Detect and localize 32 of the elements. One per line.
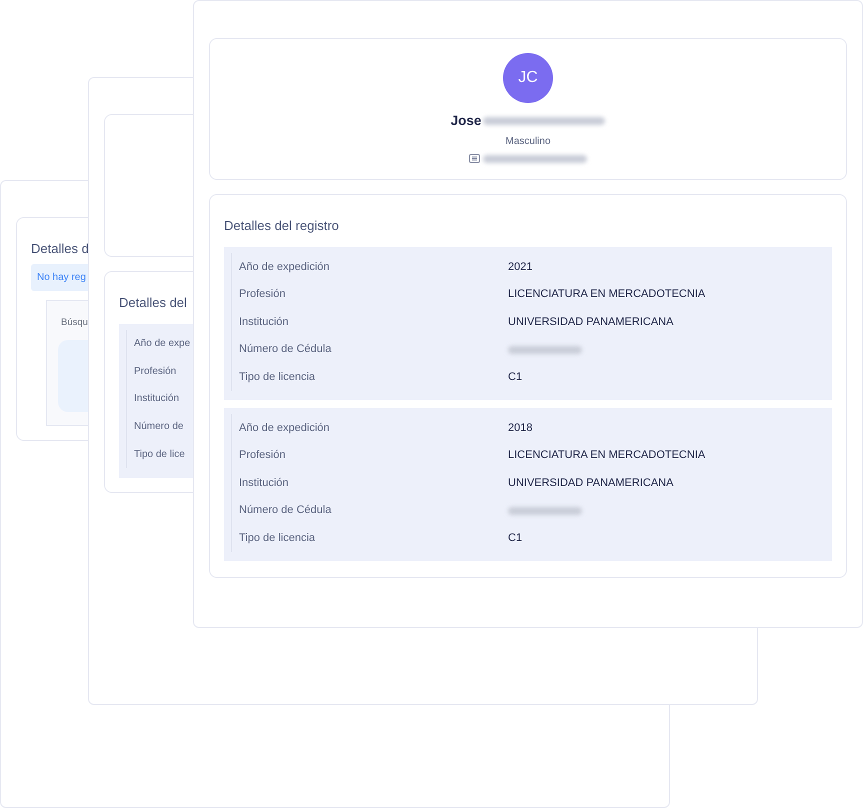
field-label: Institución: [134, 392, 180, 406]
field-label: Año de expe: [134, 337, 190, 352]
field-label: Institución: [239, 314, 290, 330]
field-label: Número de Cédula: [239, 503, 332, 518]
field-value: LICENCIATURA EN MERCADOTECNIA: [508, 448, 706, 464]
section-title: Detalles d: [31, 240, 90, 258]
section-title: Detalles del registro: [224, 217, 340, 235]
field-value: UNIVERSIDAD PANAMERICANA: [508, 314, 674, 330]
empty-notice-text: No hay reg: [37, 271, 86, 285]
field-label: Tipo de licencia: [239, 370, 316, 385]
field-label: Número de Cédula: [239, 342, 332, 358]
field-label: Profesión: [239, 287, 286, 302]
field-label: Año de expedición: [239, 420, 331, 436]
field-value: 2018: [508, 420, 532, 436]
gender-text: Masculino: [505, 135, 551, 150]
field-label: Tipo de lice: [134, 448, 185, 462]
field-value: UNIVERSIDAD PANAMERICANA: [508, 476, 674, 491]
field-value: C1: [508, 370, 522, 385]
field-label: Tipo de licencia: [239, 530, 316, 546]
field-value: C1: [508, 530, 522, 546]
field-label: Profesión: [239, 448, 286, 464]
section-title: Detalles del: [119, 294, 188, 312]
search-label: Búsqu: [61, 316, 88, 330]
field-label: Año de expedición: [239, 260, 331, 275]
field-label: Número de: [134, 420, 184, 434]
avatar: JC: [503, 53, 553, 103]
field-value: 2021: [508, 260, 532, 275]
field-label: Institución: [239, 476, 290, 491]
field-label: Profesión: [134, 364, 176, 379]
id-card-icon: [469, 154, 480, 164]
person-name: Jose: [450, 112, 482, 130]
field-value: LICENCIATURA EN MERCADOTECNIA: [508, 287, 706, 302]
